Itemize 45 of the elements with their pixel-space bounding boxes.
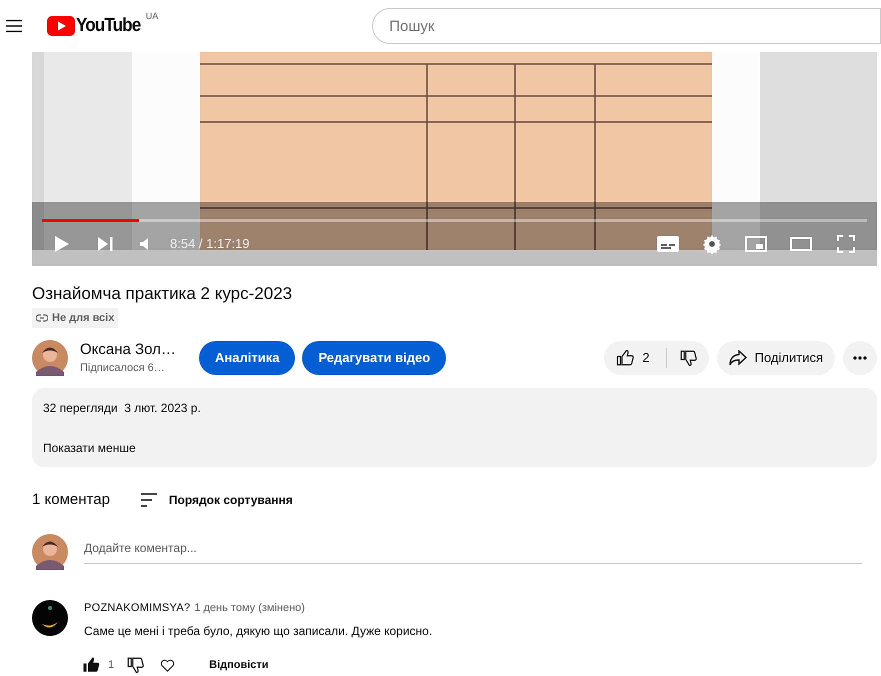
search-field[interactable]: Пошук: [372, 8, 881, 44]
add-comment-field[interactable]: Додайте коментар...: [84, 539, 862, 564]
time-display: 8:54 / 1:17:19: [170, 235, 250, 254]
heart-icon[interactable]: [160, 658, 176, 672]
play-icon[interactable]: [54, 235, 70, 253]
edit-video-button[interactable]: Редагувати відео: [302, 341, 446, 375]
like-dislike-control[interactable]: 2: [604, 341, 709, 375]
avatar-icon: [32, 600, 68, 636]
avatar-icon: [32, 534, 68, 570]
like-count: 2: [642, 349, 650, 368]
sort-icon: [140, 493, 157, 508]
show-less-button[interactable]: Показати менше: [43, 439, 136, 457]
like-count: 1: [108, 658, 114, 673]
subscriber-count: Підписалося 6…: [80, 360, 166, 376]
comment-time[interactable]: 1 день тому (змінено): [194, 600, 305, 616]
menu-icon[interactable]: [6, 19, 22, 33]
reply-button[interactable]: Відповісти: [209, 656, 269, 674]
dislike-icon[interactable]: [678, 349, 697, 367]
comment-author[interactable]: POZNAKOMIMSYA?: [84, 600, 190, 616]
video-title: Ознайомча практика 2 курс-2023: [32, 283, 294, 305]
view-stats: 32 перегляди 3 лют. 2023 р.: [43, 400, 201, 417]
like-icon[interactable]: [616, 349, 634, 367]
settings-icon[interactable]: [702, 234, 722, 254]
fullscreen-icon[interactable]: [837, 235, 855, 253]
comment-count: 1 коментар: [32, 490, 110, 510]
channel-name[interactable]: Оксана Зол…: [80, 340, 188, 360]
logo-wordmark[interactable]: YouTube: [76, 16, 141, 36]
next-icon[interactable]: [97, 236, 113, 252]
region-code: UA: [146, 10, 158, 23]
link-icon: [36, 314, 48, 322]
dislike-icon[interactable]: [126, 656, 144, 674]
like-icon[interactable]: [82, 656, 100, 674]
captions-icon[interactable]: [657, 236, 679, 252]
theater-mode-icon[interactable]: [790, 237, 812, 251]
visibility-badge: Не для всіх: [32, 308, 118, 328]
share-button[interactable]: Поділитися: [716, 341, 835, 375]
analytics-button[interactable]: Аналітика: [199, 341, 296, 375]
more-button[interactable]: [843, 341, 877, 375]
youtube-logo-icon[interactable]: [47, 16, 76, 36]
sort-button[interactable]: Порядок сортування: [140, 491, 293, 510]
share-icon: [728, 350, 747, 366]
more-icon: [853, 356, 867, 360]
comment-text: Саме це мені і треба було, дякую що записали. Дуже корисно.: [84, 623, 432, 640]
miniplayer-icon[interactable]: [745, 236, 767, 252]
avatar-icon: [32, 340, 68, 376]
